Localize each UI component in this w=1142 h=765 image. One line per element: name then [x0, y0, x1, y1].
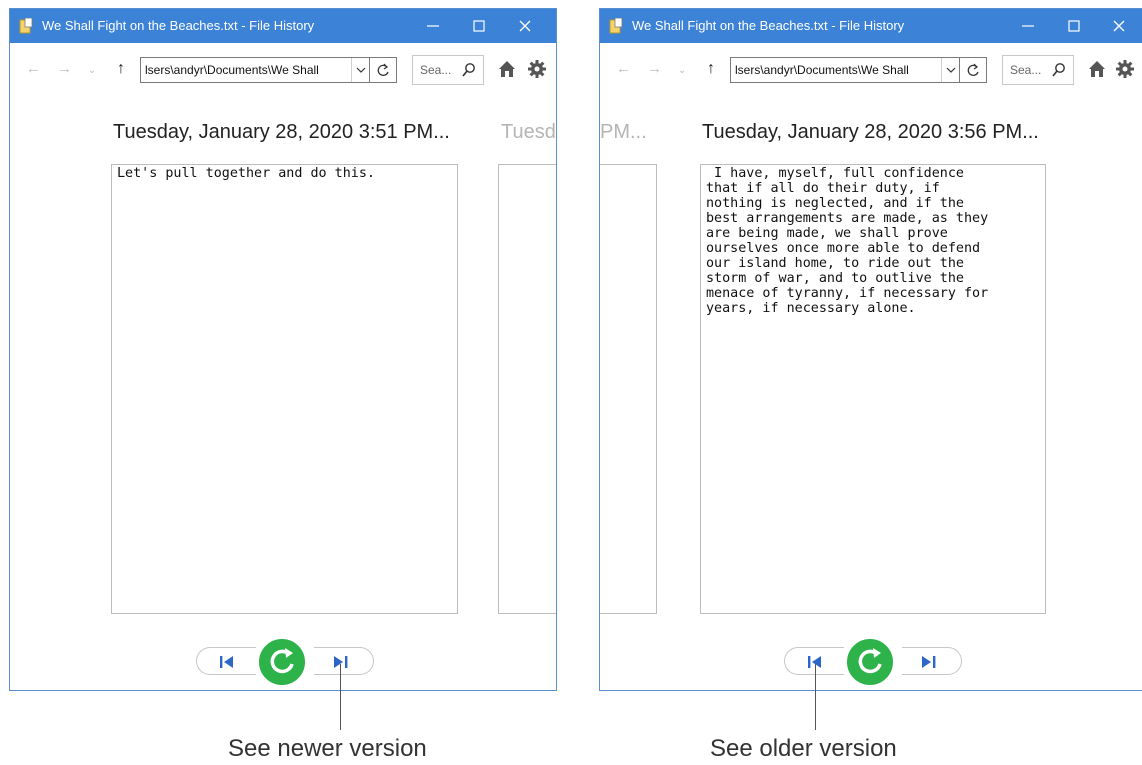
refresh-icon [967, 63, 979, 76]
refresh-button[interactable] [959, 57, 987, 83]
search-placeholder: Sea... [420, 63, 452, 77]
version-date: Tuesday, January 28, 2020 3:56 PM... [702, 121, 1039, 143]
gear-icon[interactable] [528, 60, 546, 78]
up-arrow-icon[interactable]: ↑ [707, 61, 715, 77]
restore-button[interactable] [845, 637, 895, 687]
address-text: lsers\andyr\Documents\We Shall [735, 63, 909, 77]
next-version-button[interactable] [314, 647, 374, 675]
version-controls [196, 637, 376, 687]
forward-arrow-icon[interactable]: → [647, 61, 662, 77]
caption-newer-version: See newer version [228, 735, 427, 762]
minimize-icon [427, 25, 439, 27]
callout-line-older [815, 664, 816, 730]
maximize-icon [1068, 20, 1080, 32]
window-title: We Shall Fight on the Beaches.txt - File… [632, 18, 905, 33]
gear-icon[interactable] [1116, 60, 1134, 78]
chevron-down-icon [946, 67, 956, 73]
file-preview-pane: Let's pull together and do this. [111, 164, 458, 614]
maximize-icon [473, 20, 485, 32]
home-icon[interactable] [498, 60, 516, 78]
toolbar: ← → ⌄ ↑ lsers\andyr\Documents\We Shall S… [600, 43, 1142, 95]
close-icon [1113, 20, 1125, 32]
recent-dropdown-icon[interactable]: ⌄ [678, 63, 686, 79]
caption-older-version: See older version [710, 735, 897, 762]
next-version-date: Tuesd [501, 121, 556, 143]
address-text: lsers\andyr\Documents\We Shall [145, 63, 319, 77]
up-arrow-icon[interactable]: ↑ [117, 61, 125, 77]
file-content: Let's pull together and do this. [117, 166, 375, 181]
title-bar[interactable]: We Shall Fight on the Beaches.txt - File… [10, 9, 556, 43]
minimize-button[interactable] [410, 9, 456, 43]
refresh-button[interactable] [369, 57, 397, 83]
search-placeholder: Sea... [1010, 63, 1042, 77]
restore-icon [858, 648, 882, 674]
chevron-down-icon [356, 67, 366, 73]
file-history-window-right: We Shall Fight on the Beaches.txt - File… [599, 8, 1142, 691]
search-icon [462, 63, 475, 77]
restore-icon [270, 648, 294, 674]
restore-button[interactable] [257, 637, 307, 687]
version-controls [784, 637, 964, 687]
previous-version-button[interactable] [196, 647, 256, 675]
file-preview-pane: I have, myself, full confidence that if … [700, 164, 1046, 614]
version-date: Tuesday, January 28, 2020 3:51 PM... [113, 121, 450, 143]
previous-version-button[interactable] [784, 647, 844, 675]
minimize-button[interactable] [1005, 9, 1051, 43]
notepad-file-icon [609, 18, 623, 34]
address-bar[interactable]: lsers\andyr\Documents\We Shall [140, 57, 370, 83]
file-history-window-left: We Shall Fight on the Beaches.txt - File… [9, 8, 557, 691]
address-dropdown[interactable] [351, 58, 370, 82]
skip-previous-icon [220, 656, 233, 668]
window-title: We Shall Fight on the Beaches.txt - File… [42, 18, 315, 33]
close-button[interactable] [502, 9, 548, 43]
notepad-file-icon [19, 18, 33, 34]
back-arrow-icon[interactable]: ← [26, 61, 41, 77]
forward-arrow-icon[interactable]: → [57, 61, 72, 77]
home-icon[interactable] [1088, 60, 1106, 78]
toolbar: ← → ⌄ ↑ lsers\andyr\Documents\We Shall S… [10, 43, 556, 95]
skip-next-icon [922, 656, 936, 668]
previous-version-pane[interactable] [600, 164, 657, 614]
address-bar[interactable]: lsers\andyr\Documents\We Shall [730, 57, 960, 83]
close-icon [519, 20, 531, 32]
address-dropdown[interactable] [941, 58, 960, 82]
maximize-button[interactable] [456, 9, 502, 43]
skip-next-icon [334, 656, 348, 668]
title-bar[interactable]: We Shall Fight on the Beaches.txt - File… [600, 9, 1142, 43]
refresh-icon [377, 63, 389, 76]
back-arrow-icon[interactable]: ← [616, 61, 631, 77]
file-content: I have, myself, full confidence that if … [706, 166, 989, 316]
close-button[interactable] [1096, 9, 1142, 43]
previous-version-date: PM... [600, 121, 647, 143]
search-box[interactable]: Sea... [1002, 55, 1074, 85]
maximize-button[interactable] [1051, 9, 1097, 43]
callout-line-newer [340, 664, 341, 730]
next-version-pane[interactable] [498, 164, 556, 614]
minimize-icon [1022, 25, 1034, 27]
search-box[interactable]: Sea... [412, 55, 484, 85]
next-version-button[interactable] [902, 647, 962, 675]
recent-dropdown-icon[interactable]: ⌄ [88, 63, 96, 79]
search-icon [1052, 63, 1065, 77]
